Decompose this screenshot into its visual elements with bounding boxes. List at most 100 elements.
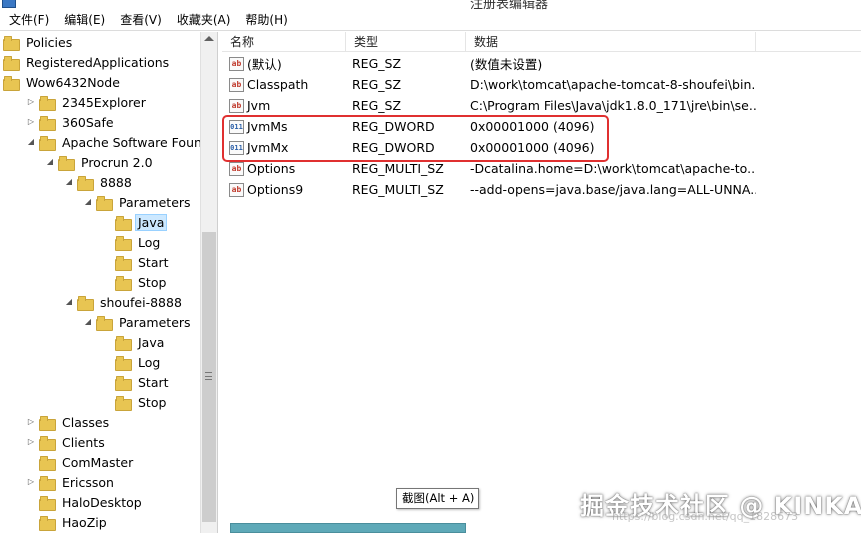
value-row[interactable]: 011 JvmMx REG_DWORD 0x00001000 (4096): [222, 137, 861, 158]
tree-node[interactable]: ComMaster: [26, 452, 136, 472]
menu-view[interactable]: 查看(V): [111, 10, 168, 30]
tree-node[interactable]: ◢ Parameters: [83, 192, 194, 212]
folder-icon: [115, 355, 132, 371]
folder-icon: [3, 55, 20, 71]
value-row[interactable]: 011 JvmMs REG_DWORD 0x00001000 (4096): [222, 116, 861, 137]
column-header-data[interactable]: 数据: [466, 32, 756, 52]
value-row[interactable]: ab Jvm REG_SZ C:\Program Files\Java\jdk1.8.…: [222, 95, 861, 116]
tree-node[interactable]: ◢ Procrun 2.0: [45, 152, 156, 172]
tree-node[interactable]: ◢Wow6432Node: [3, 72, 123, 92]
menu-bar: 文件(F) 编辑(E) 查看(V) 收藏夹(A) 帮助(H): [0, 10, 861, 31]
value-name-cell: ab Classpath: [222, 77, 346, 92]
value-name: JvmMx: [247, 140, 289, 155]
column-header-type[interactable]: 类型: [346, 32, 466, 52]
window-title: 注册表编辑器: [470, 0, 549, 10]
tree-node[interactable]: HaoZip: [26, 512, 110, 532]
folder-icon: [115, 375, 132, 391]
tree-node-label: Procrun 2.0: [81, 154, 153, 170]
tree-node[interactable]: Log: [102, 352, 163, 372]
folder-icon: [39, 435, 56, 451]
collapsed-arrow-icon[interactable]: ▷: [26, 97, 36, 107]
menu-help[interactable]: 帮助(H): [236, 10, 293, 30]
tree-node[interactable]: HaloDesktop: [26, 492, 145, 512]
tree-node-label: Start: [138, 254, 169, 270]
collapsed-arrow-icon[interactable]: ▷: [26, 117, 36, 127]
tree-node[interactable]: ◢ 8888: [64, 172, 135, 192]
folder-icon: [96, 315, 113, 331]
folder-icon: [3, 35, 20, 51]
tree-node[interactable]: Stop: [102, 392, 169, 412]
expanded-arrow-icon[interactable]: ◢: [26, 137, 36, 147]
tree-node-label: 360Safe: [62, 114, 114, 130]
expanded-arrow-icon[interactable]: ◢: [83, 197, 93, 207]
tree-node-label: Wow6432Node: [26, 74, 120, 90]
value-data: 0x00001000 (4096): [470, 119, 595, 134]
tree-node[interactable]: Start: [102, 252, 172, 272]
tree-node[interactable]: ▷ 2345Explorer: [26, 92, 149, 112]
tree-node-label: Java: [135, 213, 168, 231]
menu-edit[interactable]: 编辑(E): [55, 10, 111, 30]
value-row[interactable]: ab Options REG_MULTI_SZ -Dcatalina.home=D:\…: [222, 158, 861, 179]
value-type: REG_MULTI_SZ: [352, 161, 444, 176]
value-type: REG_DWORD: [352, 119, 435, 134]
tree-node-label: Log: [138, 234, 161, 250]
binary-value-icon: 011: [229, 140, 244, 155]
column-header-filler: [756, 32, 861, 52]
tree-node[interactable]: ▷ Classes: [26, 412, 112, 432]
tree-node-label: Log: [138, 354, 161, 370]
folder-icon: [39, 515, 56, 531]
tree-node[interactable]: RegisteredApplications: [3, 52, 172, 72]
tree-node-label: Start: [138, 374, 169, 390]
value-type: REG_DWORD: [352, 140, 435, 155]
string-value-icon: ab: [229, 182, 244, 197]
bottom-strip: [230, 523, 466, 533]
tree-node[interactable]: Policies: [3, 32, 75, 52]
folder-icon: [39, 475, 56, 491]
binary-value-icon: 011: [229, 119, 244, 134]
expanded-arrow-icon[interactable]: ◢: [83, 317, 93, 327]
expanded-arrow-icon[interactable]: ◢: [64, 177, 74, 187]
value-data: (数值未设置): [470, 57, 543, 72]
menu-favorites[interactable]: 收藏夹(A): [168, 10, 237, 30]
tree-node[interactable]: ▷ 360Safe: [26, 112, 117, 132]
folder-icon: [3, 75, 20, 91]
value-name-cell: ab Options: [222, 161, 346, 176]
title-bar: 注册表编辑器: [0, 0, 861, 10]
collapsed-arrow-icon[interactable]: ▷: [26, 417, 36, 427]
tree-node[interactable]: ◢ Parameters: [83, 312, 194, 332]
tree-node[interactable]: Log: [102, 232, 163, 252]
tree-node[interactable]: Stop: [102, 272, 169, 292]
tree-node-label: 8888: [100, 174, 132, 190]
string-value-icon: ab: [229, 56, 244, 71]
tree-node[interactable]: ▷ Ericsson: [26, 472, 117, 492]
value-name: Jvm: [247, 98, 271, 113]
tree-node[interactable]: ◢ shoufei-8888: [64, 292, 185, 312]
tree-node-label: HaloDesktop: [62, 494, 142, 510]
scroll-up-arrow-icon[interactable]: [204, 36, 214, 41]
folder-icon: [115, 395, 132, 411]
value-row[interactable]: ab (默认) REG_SZ (数值未设置): [222, 53, 861, 74]
folder-icon: [96, 195, 113, 211]
tree-node-label: Java: [138, 334, 165, 350]
menu-file[interactable]: 文件(F): [0, 10, 55, 30]
tree-node[interactable]: ◢ Apache Software Foundatic: [26, 132, 217, 152]
tree-node[interactable]: Java: [102, 332, 167, 352]
value-data: --add-opens=java.base/java.lang=ALL-UNNA…: [470, 182, 756, 197]
tree-node[interactable]: Java: [102, 212, 168, 232]
tree-node[interactable]: ▷ Clients: [26, 432, 108, 452]
column-header-name[interactable]: 名称: [222, 32, 346, 52]
tree-scrollbar[interactable]: [200, 32, 217, 533]
collapsed-arrow-icon[interactable]: ▷: [26, 437, 36, 447]
value-name: Options: [247, 161, 296, 176]
value-type: REG_SZ: [352, 77, 402, 92]
expanded-arrow-icon[interactable]: ◢: [45, 157, 55, 167]
tree-node-label: Stop: [138, 274, 167, 290]
tree-node[interactable]: Start: [102, 372, 172, 392]
expanded-arrow-icon[interactable]: ◢: [64, 297, 74, 307]
value-row[interactable]: ab Options9 REG_MULTI_SZ --add-opens=java.b…: [222, 179, 861, 200]
value-name-cell: 011 JvmMx: [222, 140, 346, 155]
tree-node-label: Policies: [26, 34, 73, 50]
folder-icon: [39, 455, 56, 471]
value-row[interactable]: ab Classpath REG_SZ D:\work\tomcat\apache-t…: [222, 74, 861, 95]
collapsed-arrow-icon[interactable]: ▷: [26, 477, 36, 487]
